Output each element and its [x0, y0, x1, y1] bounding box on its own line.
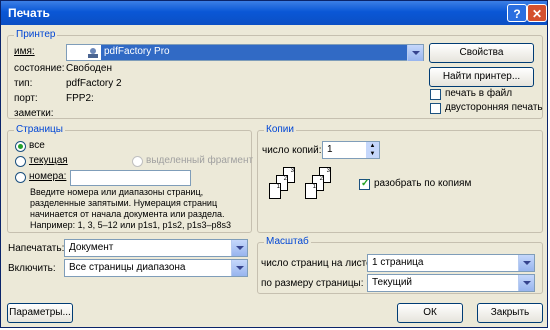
spin-down-icon[interactable]: ▼ — [366, 150, 379, 158]
print-what-label: Напечатать: — [8, 243, 65, 254]
collate-page: 1 — [305, 183, 317, 199]
include-value: Все страницы диапазона — [69, 262, 186, 273]
spin-up-icon[interactable]: ▲ — [366, 142, 379, 150]
scale-value: Текущий — [372, 277, 412, 288]
chevron-down-icon[interactable] — [231, 240, 247, 256]
type-label: тип: — [14, 78, 33, 89]
find-printer-button[interactable]: Найти принтер... — [429, 67, 534, 87]
options-button[interactable]: Параметры... — [7, 303, 73, 323]
pages-numbers-radio[interactable] — [15, 172, 26, 183]
help-button[interactable]: ? — [507, 4, 527, 22]
pages-selection-radio[interactable] — [132, 156, 143, 167]
close-button[interactable]: Закрыть — [477, 303, 543, 323]
copies-count-value: 1 — [327, 144, 333, 155]
pages-per-sheet-value: 1 страница — [372, 257, 424, 268]
print-to-file-label[interactable]: печать в файл — [445, 88, 512, 99]
status-label: состояние: — [14, 63, 65, 74]
print-what-value: Документ — [69, 242, 114, 253]
status-value: Свободен — [66, 63, 112, 74]
print-what-select[interactable]: Документ — [64, 239, 248, 257]
printer-name-label: имя: — [14, 46, 35, 57]
duplex-label[interactable]: двусторонняя печать — [445, 102, 543, 113]
pages-current-label[interactable]: текущая — [29, 155, 68, 166]
chevron-down-icon[interactable] — [518, 275, 534, 291]
collate-page: 1 — [269, 183, 281, 199]
pages-selection-label[interactable]: выделенный фрагмент — [146, 155, 253, 166]
chevron-down-icon[interactable] — [407, 45, 423, 61]
pages-hint-line-3: начинается от начала документа или разде… — [30, 209, 225, 219]
copies-group-title: Копии — [264, 124, 296, 135]
copies-count-label: число копий: — [262, 145, 322, 156]
print-to-file-checkbox[interactable] — [430, 89, 441, 100]
zoom-group-title: Масштаб — [264, 236, 311, 247]
pages-hint-line-4: Например: 1, 3, 5–12 или p1s1, p1s2, p1s… — [30, 220, 232, 230]
include-select[interactable]: Все страницы диапазона — [64, 259, 248, 277]
scale-label: по размеру страницы: — [261, 278, 364, 289]
duplex-checkbox[interactable] — [430, 103, 441, 114]
collate-checkbox[interactable] — [359, 178, 370, 190]
printer-icon — [87, 47, 99, 58]
pages-numbers-label[interactable]: номера: — [29, 171, 66, 182]
printer-group-title: Принтер — [14, 29, 58, 40]
print-dialog: Печать ? ✕ Принтер имя: pdfFactory Pro С… — [0, 0, 548, 328]
pages-hint-line-2: разделенные запятыми. Нумерация страниц — [30, 198, 218, 208]
port-label: порт: — [14, 93, 38, 104]
chevron-down-icon[interactable] — [518, 255, 534, 271]
printer-name-select[interactable]: pdfFactory Pro — [66, 44, 424, 61]
port-value: FPP2: — [66, 93, 94, 104]
type-value: pdfFactory 2 — [66, 78, 122, 89]
pages-all-label[interactable]: все — [29, 140, 45, 151]
page-numbers-input[interactable] — [70, 170, 191, 186]
pages-per-sheet-select[interactable]: 1 страница — [367, 254, 535, 272]
copies-count-input[interactable]: 1 ▲ ▼ — [322, 141, 380, 159]
scale-select[interactable]: Текущий — [367, 274, 535, 292]
pages-hint-line-1: Введите номера или диапазоны страниц, — [30, 187, 204, 197]
printer-name-value: pdfFactory Pro — [101, 45, 411, 60]
title-bar[interactable]: Печать ? ✕ — [1, 1, 547, 25]
close-window-button[interactable]: ✕ — [527, 4, 547, 22]
pages-group-title: Страницы — [14, 124, 65, 135]
include-label: Включить: — [8, 263, 56, 274]
chevron-down-icon[interactable] — [231, 260, 247, 276]
notes-label: заметки: — [14, 108, 54, 119]
pages-per-sheet-label: число страниц на листе: — [261, 258, 375, 269]
pages-all-radio[interactable] — [15, 141, 26, 152]
properties-button[interactable]: Свойства — [429, 43, 534, 63]
window-title: Печать — [8, 6, 50, 20]
collate-label[interactable]: разобрать по копиям — [374, 178, 471, 189]
pages-current-radio[interactable] — [15, 156, 26, 167]
ok-button[interactable]: ОК — [397, 303, 463, 323]
